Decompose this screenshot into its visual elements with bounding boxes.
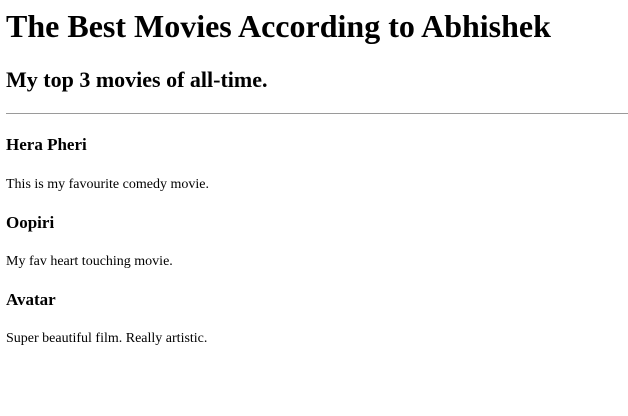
page-subtitle: My top 3 movies of all-time. <box>6 67 268 92</box>
movie-description: My fav heart touching movie. <box>6 254 173 269</box>
page-title: The Best Movies According to Abhishek <box>6 8 551 44</box>
horizontal-divider <box>6 113 628 114</box>
movie-title: Avatar <box>6 290 56 309</box>
movie-title: Oopiri <box>6 213 55 232</box>
movie-description: Super beautiful film. Really artistic. <box>6 331 208 346</box>
movie-description: This is my favourite comedy movie. <box>6 177 209 192</box>
movie-title: Hera Pheri <box>6 135 87 154</box>
page-body: The Best Movies According to Abhishek My… <box>0 0 628 416</box>
